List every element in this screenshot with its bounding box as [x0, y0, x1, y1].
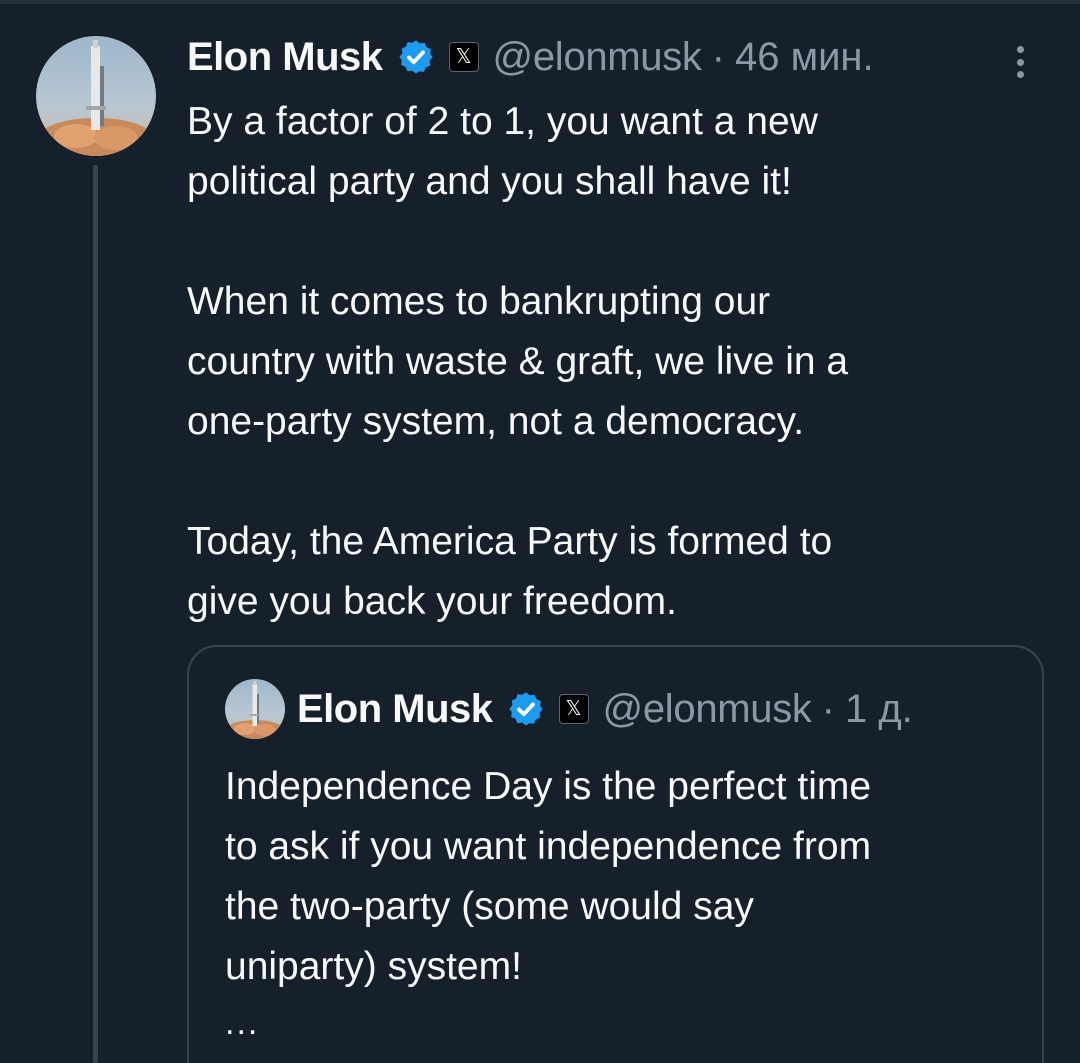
quoted-tweet-card[interactable]: Elon Musk 𝕏 @elonmusk · 1 д. Independenc…: [187, 645, 1044, 1063]
tweet-text-line: When it comes to bankrupting our: [187, 280, 771, 323]
quoted-text-line: uniparty) system!: [225, 945, 522, 988]
tweet-header: Elon Musk 𝕏 @elonmusk · 46 мин.: [187, 32, 874, 82]
x-logo-icon: 𝕏: [558, 694, 589, 724]
quoted-tweet-text: Independence Day is the perfect time to …: [225, 757, 1025, 1043]
tweet-text-line: political party and you shall have it!: [187, 160, 792, 203]
avatar[interactable]: [36, 36, 156, 156]
quoted-text-line: to ask if you want independence from: [225, 825, 872, 868]
thread-line: [93, 165, 98, 1063]
tweet-text-line: country with waste & graft, we live in a: [187, 340, 849, 383]
separator-dot: ·: [821, 686, 835, 731]
author-name[interactable]: Elon Musk: [187, 35, 383, 80]
tweet-text-line: Today, the America Party is formed to: [187, 520, 833, 563]
x-logo-icon: 𝕏: [448, 42, 479, 72]
quoted-text-line: the two-party (some would say: [225, 885, 754, 928]
rocket-launch-avatar-icon: [36, 36, 156, 156]
verified-badge-icon: [508, 692, 543, 726]
tweet-paragraph: Today, the America Party is formed to gi…: [187, 512, 1047, 632]
timestamp[interactable]: 46 мин.: [735, 35, 874, 80]
quoted-author-handle: @elonmusk: [602, 686, 812, 731]
quoted-tweet-header: Elon Musk 𝕏 @elonmusk · 1 д.: [225, 679, 913, 739]
tweet-paragraph: By a factor of 2 to 1, you want a new po…: [187, 92, 1047, 212]
quoted-text-line: Independence Day is the perfect time: [225, 765, 872, 808]
quoted-timestamp: 1 д.: [844, 686, 913, 731]
separator-dot: ·: [711, 34, 725, 79]
tweet-text-line: one-party system, not a democracy.: [187, 400, 805, 443]
quoted-avatar: [225, 679, 285, 739]
rocket-launch-avatar-icon: [225, 679, 285, 739]
author-handle[interactable]: @elonmusk: [493, 35, 702, 80]
tweet-text-line: By a factor of 2 to 1, you want a new: [187, 100, 818, 143]
tweet-text: By a factor of 2 to 1, you want a new po…: [187, 92, 1047, 632]
quoted-author-name: Elon Musk: [297, 686, 493, 731]
tweet-paragraph: When it comes to bankrupting our country…: [187, 272, 1047, 452]
top-divider: [0, 0, 1080, 4]
truncation-ellipsis: ...: [225, 1004, 260, 1042]
more-options-icon[interactable]: [1005, 42, 1035, 82]
tweet-text-line: give you back your freedom.: [187, 580, 677, 623]
verified-badge-icon: [398, 40, 433, 74]
